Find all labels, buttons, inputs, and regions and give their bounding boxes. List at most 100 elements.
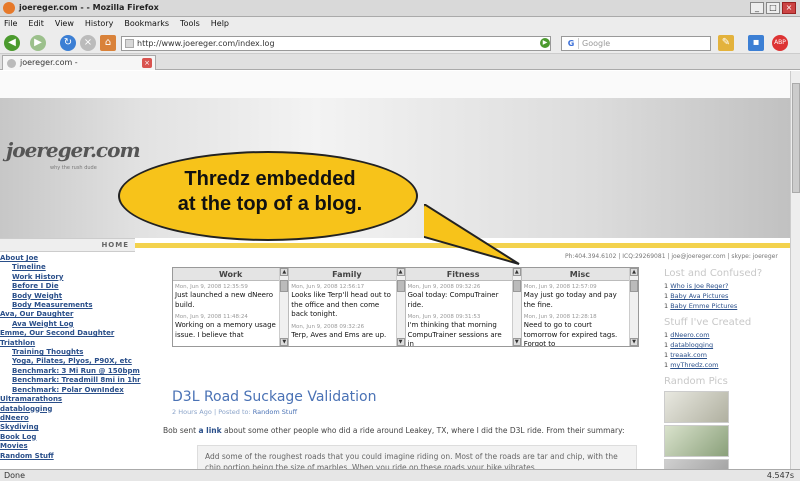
thredz-column-title[interactable]: Misc: [521, 268, 638, 281]
sidebar-item[interactable]: Ava Weight Log: [0, 320, 135, 329]
menu-tools[interactable]: Tools: [180, 17, 200, 31]
scroll-up-icon[interactable]: ▲: [630, 268, 638, 276]
maximize-button[interactable]: □: [766, 2, 780, 14]
sidebar-item[interactable]: About Joe: [0, 254, 135, 263]
sidebar-item[interactable]: Before I Die: [0, 282, 135, 291]
scroll-down-icon[interactable]: ▼: [630, 338, 638, 346]
sidebar-item[interactable]: Training Thoughts: [0, 348, 135, 357]
site-logo-tagline: why the rush dude: [50, 165, 97, 171]
posted-to-label: | Posted to:: [213, 408, 251, 416]
back-button[interactable]: ◀: [4, 35, 20, 51]
menu-edit[interactable]: Edit: [28, 17, 44, 31]
post-link[interactable]: a link: [198, 426, 221, 435]
scroll-up-icon[interactable]: ▲: [396, 268, 405, 276]
scroll-thumb[interactable]: [512, 280, 521, 292]
thredz-post-timestamp: Mon, Jun 9, 2008 09:32:26: [407, 284, 481, 290]
right-link[interactable]: dNeero.com: [670, 331, 709, 339]
thredz-column: Fitness Mon, Jun 9, 2008 09:32:26 Goal tod…: [405, 268, 522, 346]
menu-history[interactable]: History: [85, 17, 113, 31]
right-link[interactable]: Baby Emme Pictures: [670, 302, 737, 310]
go-button[interactable]: ▶: [540, 38, 550, 48]
sidebar-item[interactable]: Ava, Our Daughter: [0, 310, 135, 319]
menu-bookmarks[interactable]: Bookmarks: [124, 17, 169, 31]
scrollbar-thumb[interactable]: [792, 83, 800, 193]
scroll-thumb[interactable]: [280, 280, 289, 292]
sidebar-item[interactable]: Timeline: [0, 263, 135, 272]
thredz-column-scrollbar[interactable]: ▲ ▼: [511, 268, 521, 346]
home-link[interactable]: HOME: [101, 241, 129, 249]
menu-view[interactable]: View: [55, 17, 74, 31]
sidebar-nav: About Joe Timeline Work History Before I Di…: [0, 254, 141, 461]
tab-joereger[interactable]: joereger.com - ×: [2, 55, 156, 70]
right-link[interactable]: myThredz.com: [670, 361, 718, 369]
scroll-thumb[interactable]: [630, 280, 638, 292]
sidebar-item[interactable]: Benchmark: Treadmill 8mi in 1hr: [0, 376, 141, 385]
post-category-link[interactable]: Random Stuff: [253, 408, 297, 416]
close-tab-icon[interactable]: ×: [142, 58, 152, 68]
adblock-icon[interactable]: ABP: [772, 35, 788, 51]
sidebar-item[interactable]: Triathlon: [0, 339, 135, 348]
stop-button[interactable]: ×: [80, 35, 96, 51]
thredz-column: Family Mon, Jun 9, 2008 12:56:17 Looks lik…: [289, 268, 406, 346]
post-title[interactable]: D3L Road Suckage Validation: [172, 388, 622, 406]
search-placeholder: Google: [582, 39, 611, 48]
sidebar-item[interactable]: datablogging: [0, 405, 135, 414]
search-box[interactable]: G Google: [561, 36, 711, 51]
random-pic-3[interactable]: [664, 459, 729, 469]
close-window-button[interactable]: ×: [782, 2, 796, 14]
para-text-a: Bob sent: [163, 426, 199, 435]
sidebar-item[interactable]: Random Stuff: [0, 452, 135, 461]
scroll-down-icon[interactable]: ▼: [512, 338, 521, 346]
thredz-column-scrollbar[interactable]: ▲ ▼: [279, 268, 289, 346]
sidebar-item[interactable]: Ultramarathons: [0, 395, 135, 404]
status-bar: Done 4.547s: [0, 469, 800, 481]
thredz-column-title[interactable]: Work: [173, 268, 289, 281]
firefox-icon: [3, 2, 15, 14]
google-icon: G: [564, 38, 579, 49]
site-logo[interactable]: joereger.com: [6, 138, 141, 162]
sidebar-item[interactable]: Movies: [0, 442, 135, 451]
sidebar-item[interactable]: Benchmark: 3 Mi Run @ 150bpm: [0, 367, 140, 376]
sidebar-item[interactable]: Benchmark: Polar OwnIndex: [0, 386, 135, 395]
right-link[interactable]: datablogging: [670, 341, 713, 349]
scroll-up-icon[interactable]: ▲: [280, 268, 289, 276]
thredz-post-text: Terp, Aves and Ems are up.: [291, 330, 387, 339]
callout-line-2: at the top of a blog.: [177, 193, 363, 215]
scroll-thumb[interactable]: [396, 280, 405, 292]
contact-info: Ph:404.394.6102 | ICQ:29269081 | joe@joe…: [565, 253, 778, 260]
sidebar-item[interactable]: Skydiving: [0, 423, 135, 432]
post-meta: 2 Hours Ago | Posted to: Random Stuff: [172, 408, 622, 416]
sidebar-item[interactable]: dNeero: [0, 414, 135, 423]
highlighter-icon[interactable]: ✎: [718, 35, 734, 51]
forward-button[interactable]: ▶: [30, 35, 46, 51]
random-pic-2[interactable]: [664, 425, 729, 457]
save-icon[interactable]: ▪: [748, 35, 764, 51]
thredz-column-scrollbar[interactable]: ▲ ▼: [629, 268, 638, 346]
right-link[interactable]: Baby Ava Pictures: [670, 292, 728, 300]
menu-help[interactable]: Help: [211, 17, 229, 31]
random-pic-1[interactable]: [664, 391, 729, 423]
reload-button[interactable]: ↻: [60, 35, 76, 51]
menu-file[interactable]: File: [4, 17, 17, 31]
callout-bubble: Thredz embedded at the top of a blog.: [118, 151, 418, 241]
sidebar-item[interactable]: Body Weight: [0, 292, 135, 301]
sidebar-item[interactable]: Work History: [0, 273, 135, 282]
thredz-column-title[interactable]: Family: [289, 268, 405, 281]
sidebar-item[interactable]: Yoga, Pilates, Plyos, P90X, etc: [0, 357, 135, 366]
sidebar-item[interactable]: Body Measurements: [0, 301, 135, 310]
sidebar-item[interactable]: Book Log: [0, 433, 135, 442]
page-scrollbar[interactable]: [790, 71, 800, 469]
right-link[interactable]: treaak.com: [670, 351, 707, 359]
thredz-column-scrollbar[interactable]: ▲ ▼: [395, 268, 405, 346]
thredz-post-text: May just go today and pay the fine.: [523, 291, 617, 309]
blog-post: D3L Road Suckage Validation 2 Hours Ago …: [163, 388, 637, 469]
thredz-post-timestamp: Mon, Jun 9, 2008 09:32:26: [291, 323, 365, 330]
scroll-down-icon[interactable]: ▼: [280, 338, 289, 346]
sidebar-item[interactable]: Emme, Our Second Daughter: [0, 329, 135, 338]
home-button[interactable]: ⌂: [100, 35, 116, 51]
minimize-button[interactable]: _: [750, 2, 764, 14]
right-link-row: 1 dNeero.com: [664, 331, 790, 339]
right-link[interactable]: Who is Joe Reger?: [670, 282, 728, 290]
scroll-down-icon[interactable]: ▼: [396, 338, 405, 346]
url-bar[interactable]: http://www.joereger.com/index.log: [121, 36, 551, 51]
